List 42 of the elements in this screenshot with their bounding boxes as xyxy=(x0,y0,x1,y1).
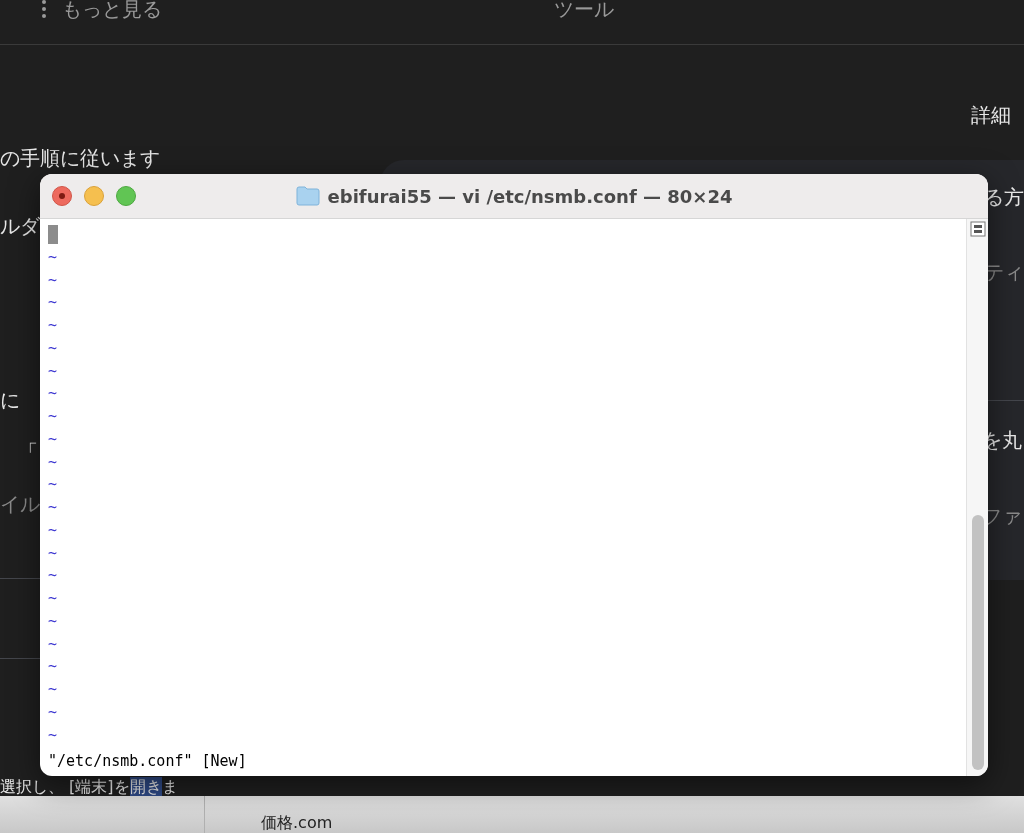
page-text: に xyxy=(0,388,20,412)
empty-line-marker: ~ xyxy=(48,656,58,678)
folder-icon xyxy=(295,186,320,206)
empty-line-marker: ~ xyxy=(48,679,58,700)
empty-line-marker: ~ xyxy=(48,292,58,314)
page-text: ティ xyxy=(984,260,1024,284)
footer-link[interactable]: 価格.com xyxy=(261,813,333,833)
more-icon[interactable] xyxy=(42,0,46,18)
text-cursor xyxy=(48,225,58,244)
empty-line-marker: ~ xyxy=(48,406,58,427)
window-title: ebifurai55 — vi /etc/nsmb.conf — 80×24 xyxy=(327,184,733,209)
page-text: 「 xyxy=(18,440,38,464)
page-text: 選択し、 [端末]を開き ま xyxy=(0,777,178,796)
empty-line-marker: ~ xyxy=(48,451,58,473)
page-text: の手順に従います xyxy=(0,146,160,170)
close-button[interactable] xyxy=(52,186,72,206)
empty-line-marker: ~ xyxy=(48,519,58,541)
page-text: 詳細 xyxy=(971,103,1011,127)
empty-line-marker: ~ xyxy=(48,337,58,359)
empty-line-marker: ~ xyxy=(48,383,58,405)
empty-line-marker: ~ xyxy=(48,315,58,336)
scroll-thumb[interactable] xyxy=(971,515,984,770)
empty-line-marker: ~ xyxy=(48,246,58,268)
empty-line-marker: ~ xyxy=(48,269,58,291)
empty-line-marker: ~ xyxy=(48,565,58,587)
status-line: "/etc/nsmb.conf" [New] xyxy=(48,751,247,773)
empty-line-marker: ~ xyxy=(48,474,58,496)
tools-tab[interactable]: ツール xyxy=(554,0,614,24)
page-text: イル xyxy=(0,492,40,516)
empty-line-marker: ~ xyxy=(48,724,58,746)
empty-line-marker: ~ xyxy=(48,542,58,564)
empty-line-marker: ~ xyxy=(48,633,58,655)
empty-line-marker: ~ xyxy=(48,497,58,518)
empty-line-marker: ~ xyxy=(48,701,58,723)
split-icon[interactable] xyxy=(969,221,986,237)
more-link[interactable]: もっと見る xyxy=(62,0,162,24)
empty-line-marker: ~ xyxy=(48,360,58,382)
empty-line-marker: ~ xyxy=(48,428,58,450)
empty-line-marker: ~ xyxy=(48,588,58,609)
page-text: ルダ xyxy=(0,214,40,238)
page-text: る方 xyxy=(984,185,1024,209)
empty-line-marker: ~ xyxy=(48,610,58,632)
